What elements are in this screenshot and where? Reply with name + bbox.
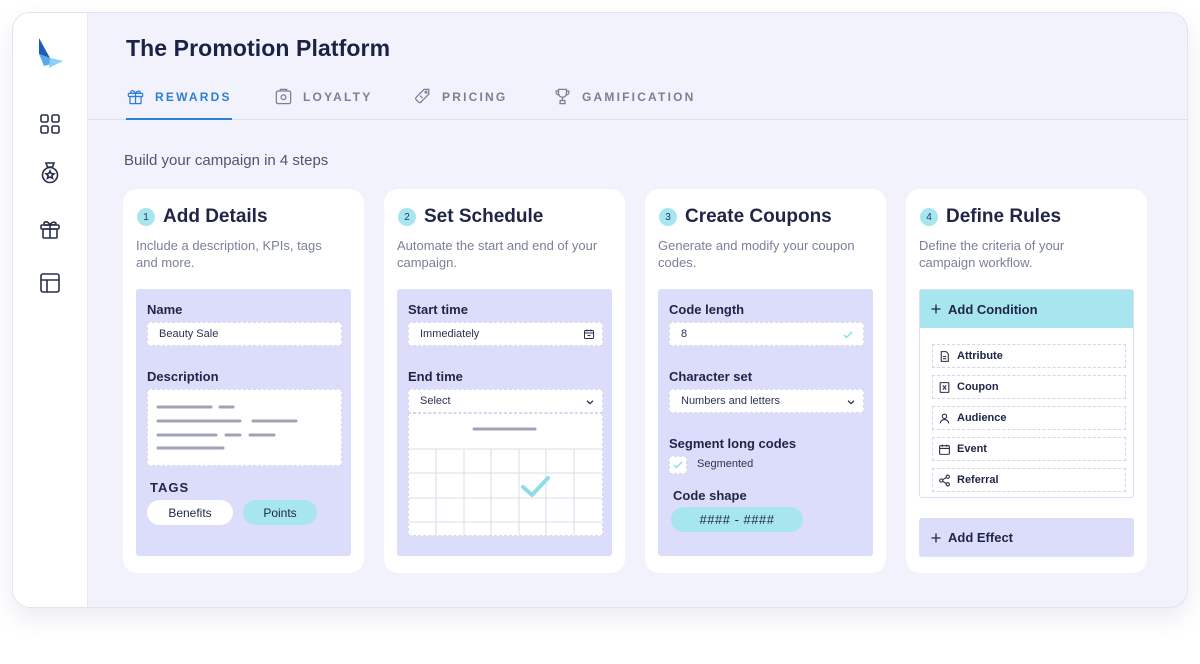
end-time-select[interactable]: Select [408,389,603,413]
plus-icon [931,533,941,542]
start-time-label: Start time [408,302,468,317]
condition-label: Referral [957,474,999,486]
schedule-form: Start time Immediately End time Select [397,289,612,556]
tab-label: PRICING [442,90,508,104]
app-window: The Promotion Platform REWARDS LOYALTY P… [12,12,1188,608]
tag-points[interactable]: Points [243,500,317,525]
condition-label: Event [957,443,987,455]
start-time-input[interactable]: Immediately [408,322,603,346]
condition-referral[interactable]: Referral [932,468,1126,492]
coupons-form: Code length 8 Character set Numbers and … [658,289,873,556]
name-input[interactable]: Beauty Sale [147,322,342,346]
add-effect-label: Add Effect [948,530,1013,545]
step-card-add-details: 1 Add Details Include a description, KPI… [123,189,364,573]
share-icon [939,474,950,486]
details-form: Name Beauty Sale Description TAGS Benefi… [136,289,351,556]
step-description: Define the criteria of your campaign wor… [919,238,1065,270]
character-set-label: Character set [669,369,753,384]
condition-coupon[interactable]: Coupon [932,375,1126,399]
tab-label: REWARDS [155,90,232,104]
add-effect-button[interactable]: Add Effect [919,518,1134,557]
end-time-label: End time [408,369,463,384]
segment-label: Segment long codes [669,436,797,451]
chevron-down-icon [847,400,855,405]
character-set-value: Numbers and letters [681,395,781,407]
tags-label: TAGS [150,480,190,495]
end-time-value: Select [420,395,451,407]
step-title: Set Schedule [424,206,544,227]
start-time-value: Immediately [420,328,480,340]
tab-gamification[interactable]: GAMIFICATION [553,88,696,120]
step-card-set-schedule: 2 Set Schedule Automate the start and en… [384,189,625,573]
step-description: Include a description, KPIs, tags and mo… [136,238,322,270]
step-number: 1 [137,208,155,226]
step-number: 4 [920,208,938,226]
tab-rewards[interactable]: REWARDS [126,89,232,120]
calendar-icon [939,444,950,455]
trophy-icon [555,88,570,105]
conditions-panel: Add Condition Attribute Coupon Audience … [919,289,1134,498]
step-number: 2 [398,208,416,226]
brand-logo-icon [36,36,66,70]
step-title: Define Rules [946,206,1062,227]
condition-audience[interactable]: Audience [932,406,1126,430]
calendar-icon [584,329,594,339]
chevron-down-icon [586,400,594,405]
description-textarea[interactable] [147,389,342,466]
condition-label: Attribute [957,350,1003,362]
add-condition-button[interactable]: Add Condition [920,290,1133,328]
tab-loyalty[interactable]: LOYALTY [274,88,373,120]
condition-attribute[interactable]: Attribute [932,344,1126,368]
code-shape-label: Code shape [673,488,747,503]
step-title: Create Coupons [685,206,832,227]
segmented-checkbox[interactable] [669,456,687,474]
condition-event[interactable]: Event [932,437,1126,461]
coupon-icon [939,381,950,393]
step-description: Generate and modify your coupon codes. [658,238,855,270]
code-length-input[interactable]: 8 [669,322,864,346]
page-title: The Promotion Platform [126,35,391,61]
step-number: 3 [659,208,677,226]
grid-icon[interactable] [38,112,62,136]
calendar-grid-lines [409,427,602,535]
tab-pricing[interactable]: PRICING [413,88,508,120]
gift-icon[interactable] [38,217,62,241]
gift-icon [127,90,144,105]
step-card-define-rules: 4 Define Rules Define the criteria of yo… [906,189,1147,573]
person-icon [939,413,950,423]
segmented-option-label: Segmented [697,458,754,470]
tab-bar: REWARDS LOYALTY PRICING GAMIFICATION [88,88,1187,120]
step-title: Add Details [163,206,268,227]
text-placeholder-lines [156,405,298,450]
name-label: Name [147,302,183,317]
attribute-icon [940,350,949,362]
calendar-grid[interactable] [408,413,603,536]
tag-benefits[interactable]: Benefits [147,500,233,525]
code-length-label: Code length [669,302,745,317]
layout-icon[interactable] [38,271,62,295]
step-description: Automate the start and end of your campa… [397,238,598,270]
code-shape-pill[interactable]: #### - #### [671,507,803,532]
check-icon [673,461,683,469]
sidebar [13,13,88,607]
check-icon [843,331,853,339]
page-subtitle: Build your campaign in 4 steps [124,152,329,169]
tab-label: LOYALTY [303,90,373,104]
character-set-select[interactable]: Numbers and letters [669,389,864,413]
description-label: Description [147,369,219,384]
condition-label: Audience [957,412,1007,424]
condition-label: Coupon [957,381,999,393]
tab-label: GAMIFICATION [582,90,696,104]
code-length-value: 8 [681,328,688,340]
plus-icon [931,304,941,314]
medal-icon[interactable] [38,161,62,185]
step-card-create-coupons: 3 Create Coupons Generate and modify you… [645,189,886,573]
bag-icon [275,88,292,105]
tag-icon [415,88,430,104]
add-condition-label: Add Condition [948,301,1038,317]
